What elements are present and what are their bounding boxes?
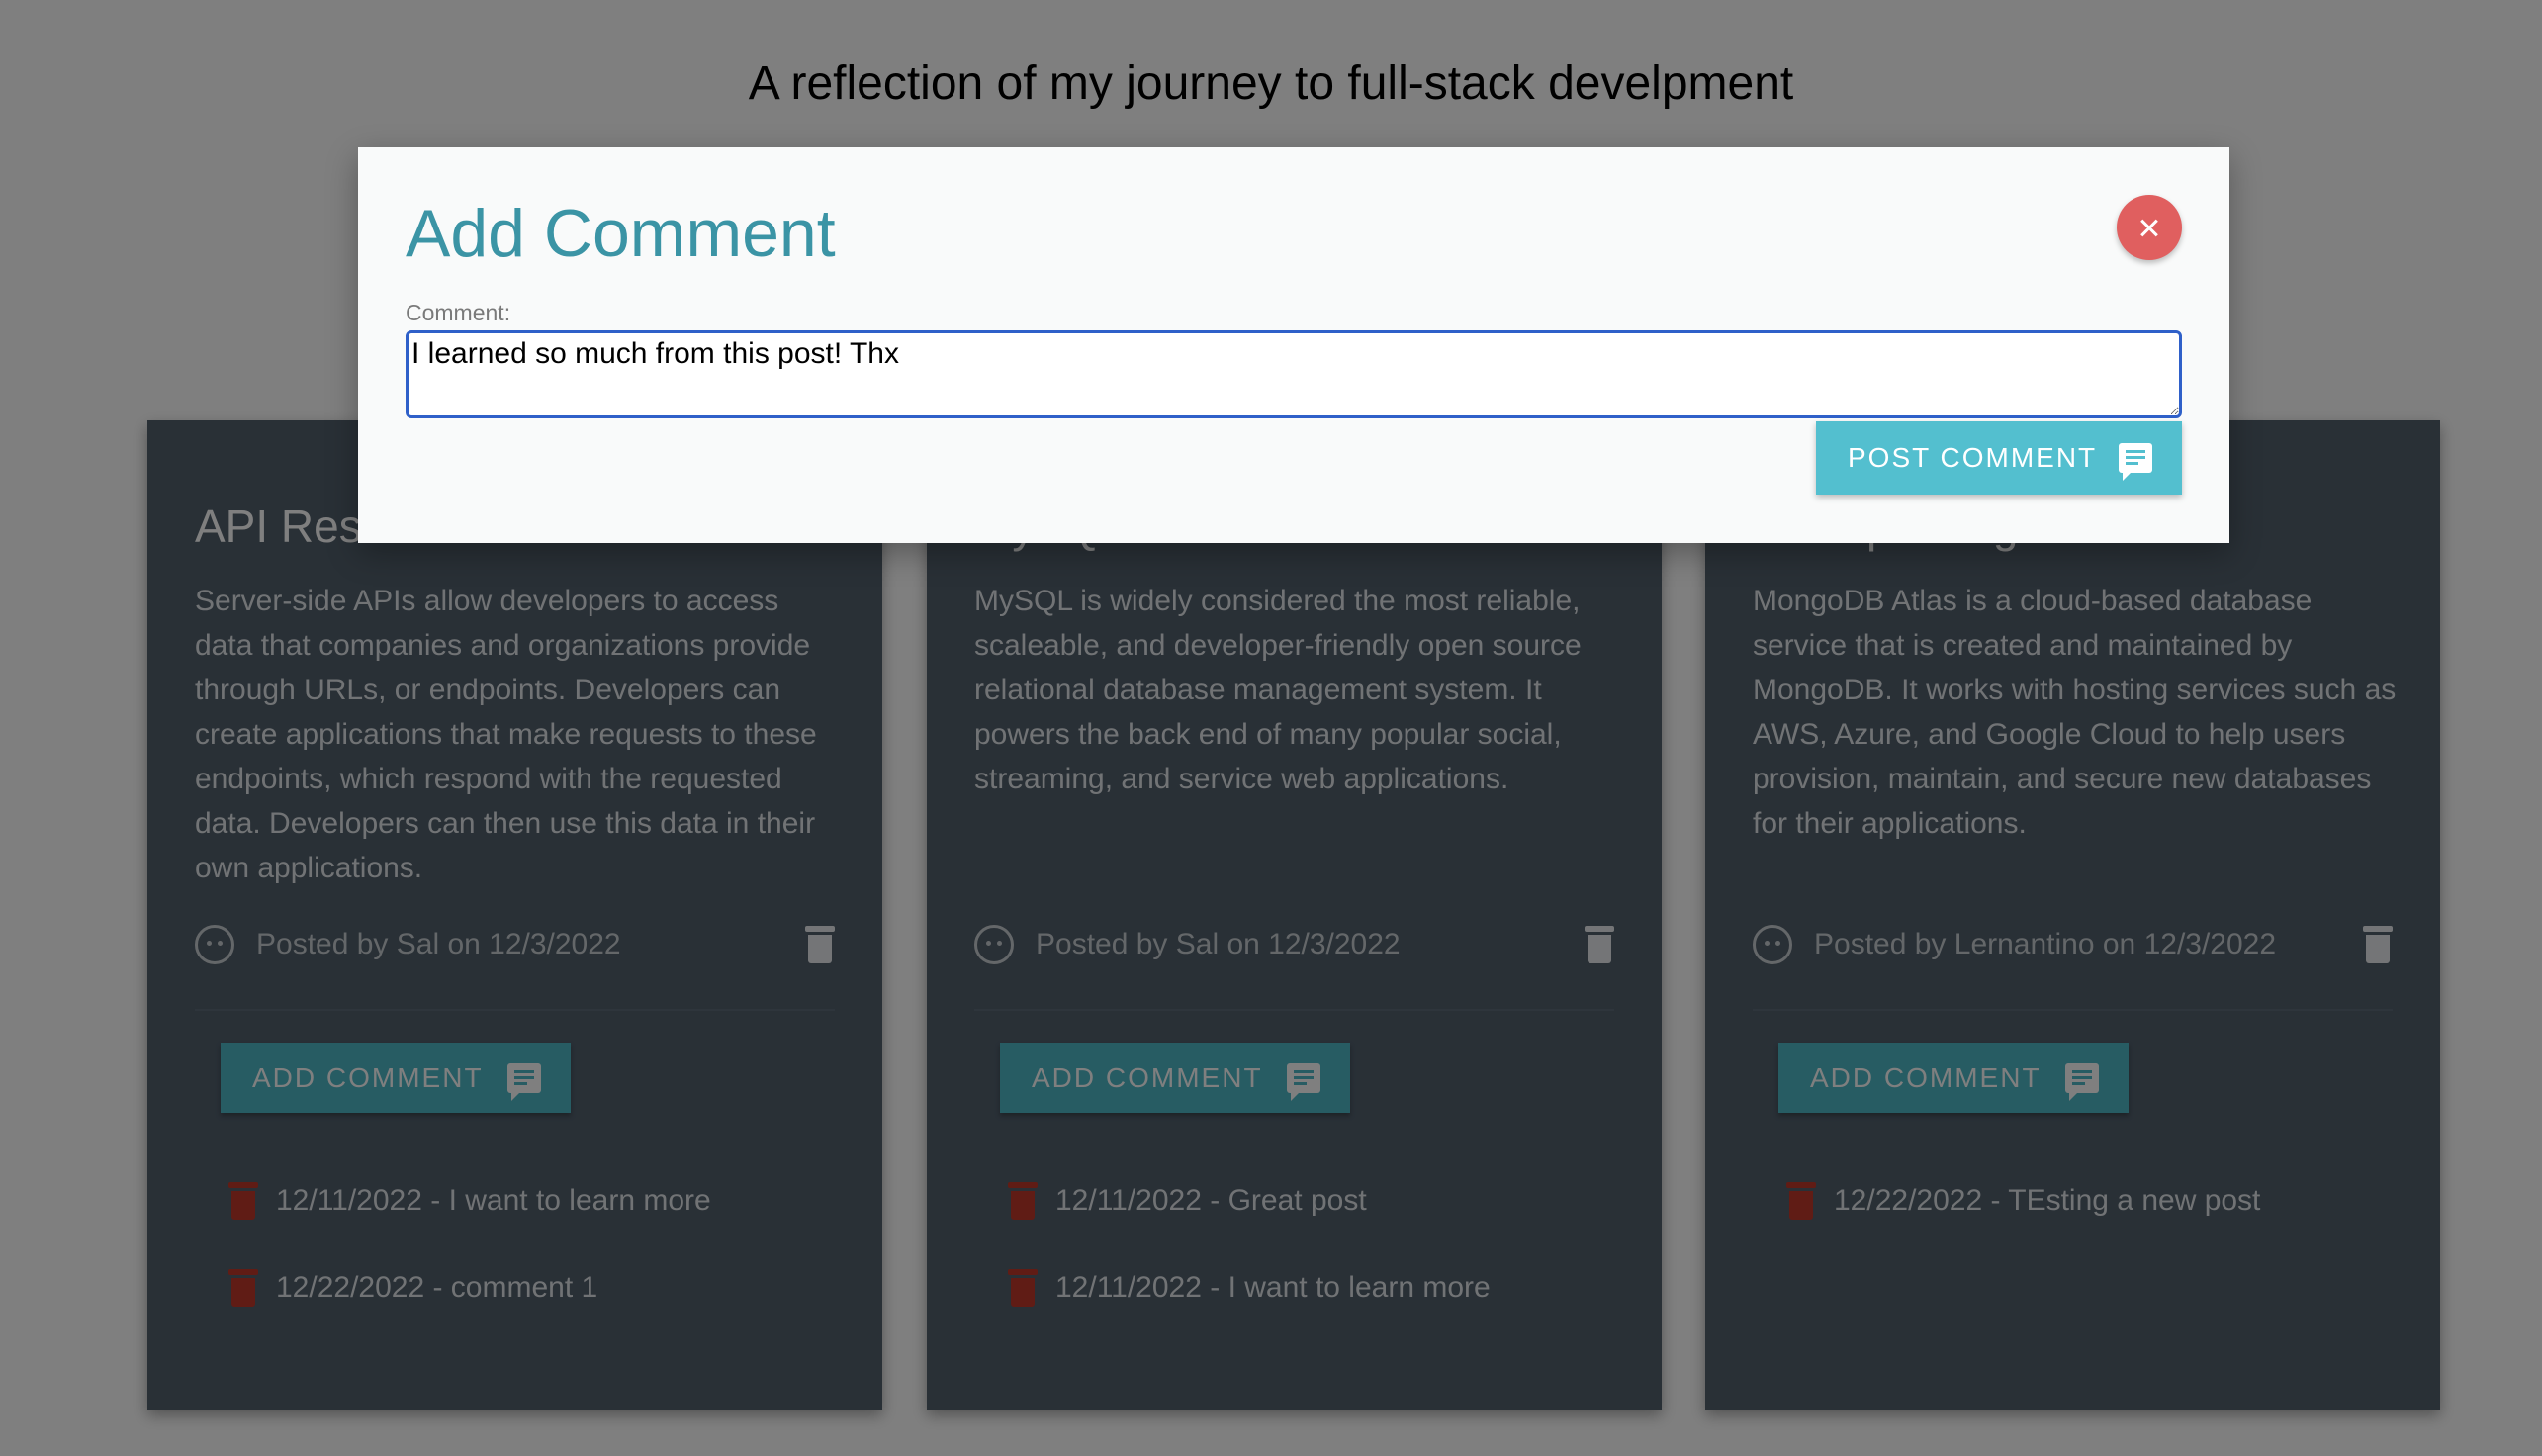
comment-textarea[interactable]: I learned so much from this post! Thx <box>406 330 2182 418</box>
close-modal-button[interactable] <box>2117 195 2182 260</box>
add-comment-modal: Add Comment Comment: I learned so much f… <box>358 147 2229 543</box>
comment-icon <box>2119 443 2152 481</box>
post-comment-button[interactable]: POST COMMENT <box>1816 421 2182 495</box>
modal-title: Add Comment <box>406 196 836 271</box>
comment-field-label: Comment: <box>406 300 511 325</box>
post-comment-label: POST COMMENT <box>1848 442 2098 473</box>
